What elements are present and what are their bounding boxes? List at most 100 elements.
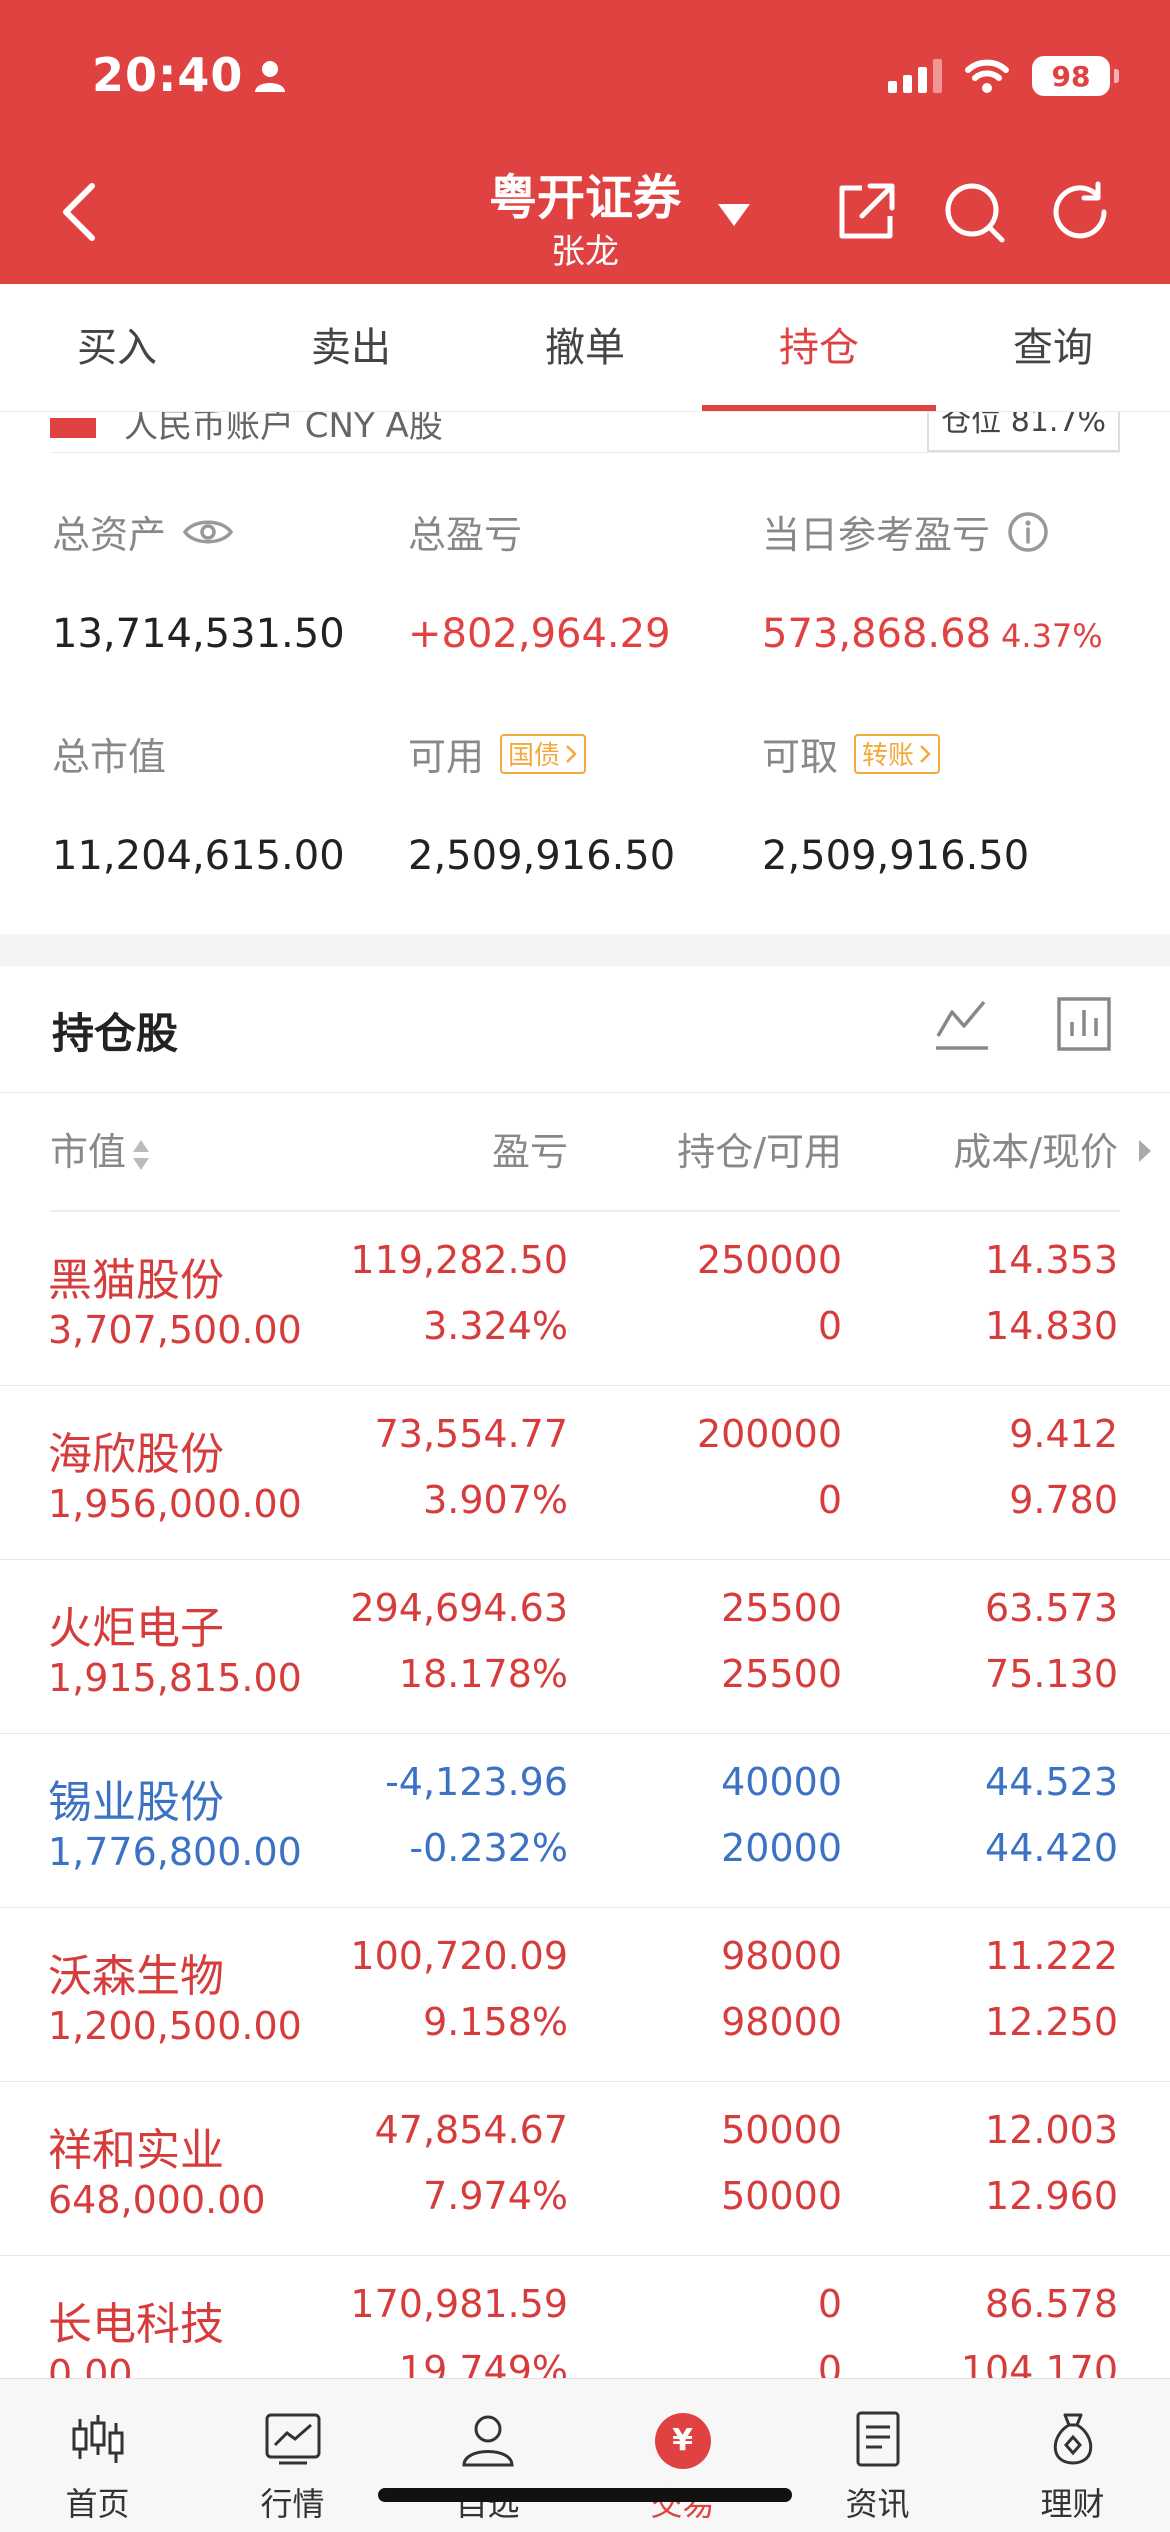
market-value-label: 总市值 xyxy=(52,735,167,779)
broker-title-text: 粤开证券 xyxy=(488,170,681,226)
sort-icon xyxy=(133,1139,150,1170)
holding-row[interactable]: 黑猫股份 3,707,500.00 119,282.50 3.324% 250000 0 1… xyxy=(0,1212,1170,1386)
available-qty: 25500 xyxy=(721,1652,842,1696)
search-icon[interactable] xyxy=(942,180,1006,244)
nav-news[interactable]: 资讯 xyxy=(780,2379,975,2532)
stock-name: 锡业股份 xyxy=(48,1777,224,1828)
nav-trade-label: 交易 xyxy=(650,2485,715,2523)
daily-pl-value: 573,868.68 xyxy=(762,611,992,657)
nav-news-label: 资讯 xyxy=(845,2485,910,2523)
signal-icon xyxy=(888,59,942,93)
trade-tabs: 买入 卖出 撤单 持仓 查询 xyxy=(0,284,1170,412)
profit-loss: 73,554.77 xyxy=(374,1412,568,1456)
nav-watchlist-label: 自选 xyxy=(455,2485,520,2523)
holding-row[interactable]: 祥和实业 648,000.00 47,854.67 7.974% 50000 50000 1… xyxy=(0,2082,1170,2256)
holding-row[interactable]: 锡业股份 1,776,800.00 -4,123.96 -0.232% 40000 200… xyxy=(0,1734,1170,1908)
column-pl[interactable]: 盈亏 xyxy=(492,1092,568,1212)
holding-row[interactable]: 海欣股份 1,956,000.00 73,554.77 3.907% 200000 0 9.… xyxy=(0,1386,1170,1560)
stock-name: 祥和实业 xyxy=(48,2125,224,2176)
nav-wealth-label: 理财 xyxy=(1040,2485,1105,2523)
holdings-list: 黑猫股份 3,707,500.00 119,282.50 3.324% 250000 0 1… xyxy=(0,1212,1170,2430)
share-icon[interactable] xyxy=(834,180,898,244)
current-price: 9.780 xyxy=(1009,1478,1118,1522)
line-chart-icon[interactable] xyxy=(934,996,990,1052)
column-hold-avail[interactable]: 持仓/可用 xyxy=(677,1092,842,1212)
position-ratio-badge: 仓位 81.7% xyxy=(927,412,1120,452)
bottom-nav: 首页 行情 自选 ¥ 交易 资讯 理财 xyxy=(0,2378,1170,2532)
holding-row[interactable]: 沃森生物 1,200,500.00 100,720.09 9.158% 98000 980… xyxy=(0,1908,1170,2082)
stock-name: 海欣股份 xyxy=(48,1429,224,1480)
account-selector[interactable]: 人民币账户 CNY A股 仓位 81.7% xyxy=(50,412,1120,454)
market-value-sort-header[interactable]: 市值 xyxy=(50,1092,152,1212)
nav-watchlist[interactable]: 自选 xyxy=(390,2379,585,2532)
available-qty: 20000 xyxy=(721,1826,842,1870)
status-time: 20:40 xyxy=(92,48,244,102)
battery-indicator: 98 xyxy=(1032,56,1119,96)
nav-home[interactable]: 首页 xyxy=(0,2379,195,2532)
yen-icon: ¥ xyxy=(654,2413,711,2469)
current-price: 14.830 xyxy=(985,1304,1118,1348)
stock-name: 长电科技 xyxy=(48,2299,224,2350)
current-price: 12.960 xyxy=(985,2174,1118,2218)
withdrawable-value: 2,509,916.50 xyxy=(762,833,1030,879)
chart-icon xyxy=(265,2413,320,2465)
scroll-right-icon[interactable] xyxy=(1136,1136,1154,1166)
total-pl-cell: 总盈亏 +802,964.29 xyxy=(408,504,671,657)
profit-loss: 47,854.67 xyxy=(374,2108,568,2152)
profit-loss-percent: 18.178% xyxy=(398,1652,568,1696)
holding-row[interactable]: 火炬电子 1,915,815.00 294,694.63 18.178% 25500 25… xyxy=(0,1560,1170,1734)
profit-loss-percent: 9.158% xyxy=(423,2000,568,2044)
withdrawable-label: 可取 xyxy=(762,735,839,779)
cost-price: 44.523 xyxy=(985,1760,1118,1804)
tab-sell[interactable]: 卖出 xyxy=(234,284,468,411)
money-bag-icon xyxy=(1053,2413,1092,2465)
position-qty: 98000 xyxy=(721,1934,842,1978)
profit-loss: 294,694.63 xyxy=(350,1586,568,1630)
available-qty: 50000 xyxy=(721,2174,842,2218)
info-icon[interactable] xyxy=(1006,510,1050,554)
dropdown-triangle-icon[interactable] xyxy=(716,200,752,228)
transfer-button[interactable]: 转账 xyxy=(854,733,941,774)
refresh-icon[interactable] xyxy=(1048,180,1112,244)
total-pl-value: +802,964.29 xyxy=(408,611,671,657)
tab-buy[interactable]: 买入 xyxy=(0,284,234,411)
cost-price: 11.222 xyxy=(985,1934,1118,1978)
available-qty: 0 xyxy=(817,1478,842,1522)
profit-loss-percent: -0.232% xyxy=(409,1826,568,1870)
divider xyxy=(50,452,1120,453)
bar-chart-icon[interactable] xyxy=(1056,996,1112,1052)
position-qty: 0 xyxy=(817,2282,842,2326)
position-qty: 250000 xyxy=(696,1238,842,1282)
profit-loss: 119,282.50 xyxy=(350,1238,568,1282)
market-value: 1,915,815.00 xyxy=(48,1656,302,1700)
market-value-value: 11,204,615.00 xyxy=(52,833,345,879)
market-value: 1,956,000.00 xyxy=(48,1482,302,1526)
tab-positions[interactable]: 持仓 xyxy=(702,284,936,411)
profit-loss-percent: 3.907% xyxy=(423,1478,568,1522)
column-cost-price[interactable]: 成本/现价 xyxy=(953,1092,1118,1212)
tab-query[interactable]: 查询 xyxy=(936,284,1170,411)
available-qty: 0 xyxy=(817,1304,842,1348)
tab-cancel-order[interactable]: 撤单 xyxy=(468,284,702,411)
profit-loss-percent: 7.974% xyxy=(423,2174,568,2218)
chevron-right-icon xyxy=(566,744,577,763)
eye-icon[interactable] xyxy=(182,515,234,549)
top-header: 20:40 98 粤开证券 张龙 xyxy=(0,0,1170,284)
treasury-bond-button[interactable]: 国债 xyxy=(500,733,587,774)
market-value: 1,776,800.00 xyxy=(48,1830,302,1874)
nav-trade[interactable]: ¥ 交易 xyxy=(585,2379,780,2532)
wifi-icon xyxy=(965,59,1009,93)
nav-market[interactable]: 行情 xyxy=(195,2379,390,2532)
market-value: 1,200,500.00 xyxy=(48,2004,302,2048)
position-qty: 40000 xyxy=(721,1760,842,1804)
nav-wealth[interactable]: 理财 xyxy=(975,2379,1170,2532)
cost-price: 63.573 xyxy=(985,1586,1118,1630)
withdrawable-cell: 可取 转账 2,509,916.50 xyxy=(762,726,1029,879)
cost-price: 86.578 xyxy=(985,2282,1118,2326)
available-value: 2,509,916.50 xyxy=(408,833,676,879)
current-price: 12.250 xyxy=(985,2000,1118,2044)
home-indicator[interactable] xyxy=(378,2488,792,2502)
stock-name: 火炬电子 xyxy=(48,1603,224,1654)
market-value: 648,000.00 xyxy=(48,2178,266,2222)
section-separator xyxy=(0,934,1170,966)
